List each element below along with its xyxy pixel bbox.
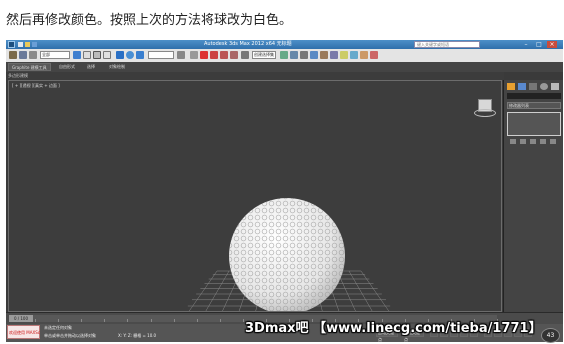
tab-freeform[interactable]: 自由形式 — [56, 63, 78, 71]
modifier-list-dropdown[interactable]: 修改器列表 — [507, 102, 561, 109]
scale-icon[interactable] — [136, 51, 144, 59]
curve-editor-icon[interactable] — [320, 51, 328, 59]
tab-selection[interactable]: 选择 — [84, 63, 98, 71]
angle-snap-icon[interactable] — [210, 51, 218, 59]
perspective-viewport[interactable]: [ + ][透视 ][真实 + 边面 ] — [8, 80, 502, 312]
object-name-field[interactable] — [507, 93, 561, 99]
tutorial-caption: 然后再修改颜色。按照上次的方法将球改为白色。 — [6, 13, 293, 28]
make-unique-icon[interactable] — [530, 139, 536, 144]
render-production-icon[interactable] — [370, 51, 378, 59]
save-file-icon[interactable] — [32, 42, 37, 47]
align-icon[interactable] — [290, 51, 298, 59]
counter-badge: 43 — [541, 328, 560, 343]
motion-tab-icon[interactable] — [540, 83, 548, 90]
window-crossing-icon[interactable] — [103, 51, 111, 59]
pin-stack-icon[interactable] — [510, 139, 516, 144]
watermark-text: 3Dmax吧 【www.linecg.com/tieba/1771】 — [245, 321, 542, 336]
named-selection-dropdown[interactable]: 创建选择集 — [252, 51, 276, 59]
configure-sets-icon[interactable] — [550, 139, 556, 144]
pivot-icon[interactable] — [177, 51, 185, 59]
close-button[interactable]: × — [547, 41, 557, 48]
viewport-scene — [187, 198, 391, 311]
coordinate-display: X: Y: Z: 栅格 = 10.0 — [118, 333, 157, 338]
select-object-icon[interactable] — [73, 51, 81, 59]
help-search-input[interactable]: 键入关键字或短语 — [414, 41, 480, 48]
minimize-button[interactable]: – — [521, 41, 531, 48]
tab-graphite-modeling[interactable]: Graphite 建模工具 — [8, 63, 51, 71]
edit-named-selection-icon[interactable] — [241, 51, 249, 59]
time-tick — [81, 319, 83, 322]
main-toolbar: 全部 创建选择集 — [6, 49, 563, 63]
open-file-icon[interactable] — [25, 42, 30, 47]
selection-filter-dropdown[interactable]: 全部 — [40, 51, 70, 59]
percent-snap-icon[interactable] — [220, 51, 228, 59]
remove-modifier-icon[interactable] — [540, 139, 546, 144]
prompt-line: 单击或单击并拖动以选择对象 — [44, 333, 96, 338]
selection-status: 未选定任何对象 — [44, 325, 72, 330]
redo-icon[interactable] — [19, 51, 27, 59]
window-title: Autodesk 3ds Max 2012 x64 无标题 — [204, 41, 292, 47]
rendered-frame-icon[interactable] — [360, 51, 368, 59]
schematic-view-icon[interactable] — [330, 51, 338, 59]
layer-manager-icon[interactable] — [300, 51, 308, 59]
time-tick — [150, 319, 152, 322]
reference-coord-dropdown[interactable] — [148, 51, 174, 59]
rect-selection-icon[interactable] — [93, 51, 101, 59]
maximize-button[interactable]: □ — [534, 41, 544, 48]
tab-object-paint[interactable]: 对象绘制 — [106, 63, 128, 71]
rotate-icon[interactable] — [126, 51, 134, 59]
show-end-result-icon[interactable] — [520, 139, 526, 144]
time-tick — [196, 319, 198, 322]
time-tick — [219, 319, 221, 322]
display-tab-icon[interactable] — [551, 83, 559, 90]
app-window: Autodesk 3ds Max 2012 x64 无标题 键入关键字或短语 –… — [6, 40, 563, 342]
render-setup-icon[interactable] — [350, 51, 358, 59]
time-tick — [242, 319, 244, 322]
maxscript-listener[interactable]: 欢迎使用 MAXSc — [7, 325, 40, 339]
manipulate-icon[interactable] — [190, 51, 198, 59]
title-bar: Autodesk 3ds Max 2012 x64 无标题 键入关键字或短语 –… — [6, 40, 563, 49]
time-tick — [104, 319, 106, 322]
polygon-modeling-bar[interactable]: 多边形建模 — [6, 72, 504, 80]
graphite-toggle-icon[interactable] — [310, 51, 318, 59]
new-file-icon[interactable] — [18, 42, 23, 47]
create-tab-icon[interactable] — [507, 83, 515, 90]
time-tick — [173, 319, 175, 322]
undo-icon[interactable] — [9, 51, 17, 59]
time-tick — [35, 319, 36, 322]
modifier-stack[interactable] — [507, 112, 561, 136]
time-slider-thumb[interactable]: 0 / 100 — [9, 315, 33, 322]
link-icon[interactable] — [29, 51, 37, 59]
material-editor-icon[interactable] — [340, 51, 348, 59]
modify-tab-icon[interactable] — [518, 83, 526, 90]
viewcube-icon[interactable] — [473, 97, 496, 119]
command-panel: 修改器列表 — [503, 80, 563, 312]
app-logo-icon[interactable] — [8, 41, 15, 48]
select-by-name-icon[interactable] — [83, 51, 91, 59]
snaps-toggle-icon[interactable] — [200, 51, 208, 59]
time-tick — [127, 319, 129, 322]
graphite-ribbon: Graphite 建模工具 自由形式 选择 对象绘制 — [6, 62, 563, 72]
spinner-snap-icon[interactable] — [230, 51, 238, 59]
time-tick — [58, 319, 60, 322]
hierarchy-tab-icon[interactable] — [529, 83, 537, 90]
move-icon[interactable] — [116, 51, 124, 59]
mirror-icon[interactable] — [280, 51, 288, 59]
sphere-dimples — [229, 198, 345, 311]
